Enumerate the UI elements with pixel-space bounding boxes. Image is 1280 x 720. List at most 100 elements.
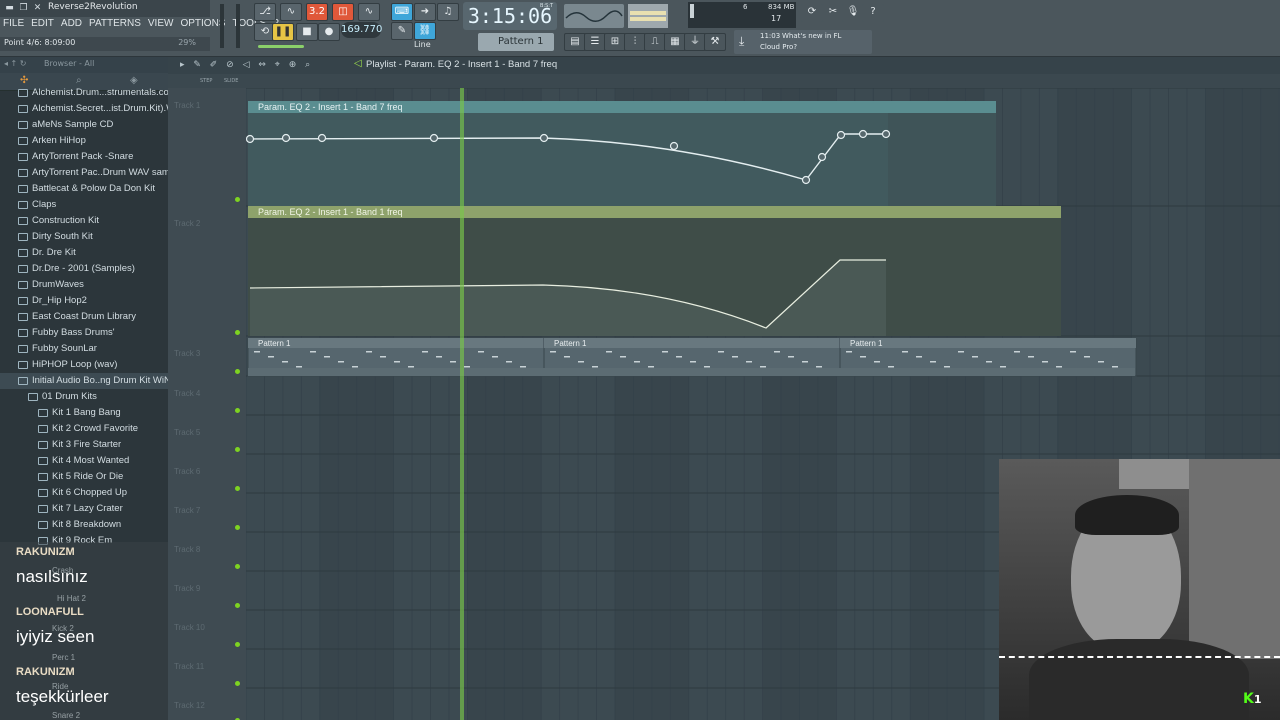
mixer-icon[interactable]: ⫶ bbox=[624, 33, 646, 51]
playlist-icon[interactable]: ▤ bbox=[564, 33, 586, 51]
master-pitch-knob[interactable] bbox=[258, 45, 304, 48]
menu-view[interactable]: VIEW bbox=[148, 18, 174, 32]
piano-roll-icon[interactable]: ☰ bbox=[584, 33, 606, 51]
automation-point[interactable] bbox=[801, 175, 811, 185]
track-label[interactable]: Track 5 bbox=[174, 428, 200, 437]
tempo-tapper-icon[interactable]: ⚒ bbox=[704, 33, 726, 51]
blend-notes-icon[interactable]: ∿ bbox=[358, 3, 380, 21]
browser-item[interactable]: Kit 3 Fire Starter bbox=[0, 437, 168, 453]
browser-item[interactable]: Kit 2 Crowd Favorite bbox=[0, 421, 168, 437]
browser-item[interactable]: Construction Kit bbox=[0, 213, 168, 229]
browser-item[interactable]: Initial Audio Bo..ng Drum Kit WiN bbox=[0, 373, 168, 389]
automation-point[interactable] bbox=[539, 133, 549, 143]
browser-item[interactable]: ArtyTorrent Pac..Drum WAV samples bbox=[0, 165, 168, 181]
track-mute-led[interactable] bbox=[235, 525, 240, 530]
browser-item[interactable]: aMeNs Sample CD bbox=[0, 117, 168, 133]
restore-icon[interactable]: ❐ bbox=[18, 3, 29, 14]
master-pitch-slider[interactable] bbox=[236, 4, 240, 48]
typing-keyboard-icon[interactable]: ⌨ bbox=[391, 3, 413, 21]
browser-item[interactable]: Kit 1 Bang Bang bbox=[0, 405, 168, 421]
news-panel[interactable]: ⤓ 11:03 What's new in FL Cloud Pro? bbox=[734, 30, 872, 54]
browser-item[interactable]: DrumWaves bbox=[0, 277, 168, 293]
track-mute-led[interactable] bbox=[235, 642, 240, 647]
menu-edit[interactable]: EDIT bbox=[31, 18, 54, 32]
countdown-icon[interactable]: 3.2 bbox=[306, 3, 328, 21]
browser-arrows-icon[interactable]: ◂ ↑ ↻ bbox=[4, 59, 27, 68]
track-label[interactable]: Track 11 bbox=[174, 662, 204, 671]
plugin-picker-icon[interactable]: ⏚ bbox=[684, 33, 706, 51]
track-mute-led[interactable] bbox=[235, 447, 240, 452]
browser-item[interactable]: Dr. Dre Kit bbox=[0, 245, 168, 261]
record-mode-icon[interactable]: ♫ bbox=[437, 3, 459, 21]
browser-item[interactable]: Fubby Bass Drums' bbox=[0, 325, 168, 341]
track-mute-led[interactable] bbox=[235, 564, 240, 569]
browser-item[interactable]: Claps bbox=[0, 197, 168, 213]
browser-item[interactable]: Kit 7 Lazy Crater bbox=[0, 501, 168, 517]
snap-mode-select[interactable]: Line bbox=[414, 40, 431, 49]
help-icon[interactable]: ? bbox=[862, 4, 884, 22]
browser-item[interactable]: Battlecat & Polow Da Don Kit bbox=[0, 181, 168, 197]
minimize-icon[interactable]: ▬ bbox=[4, 3, 15, 14]
browser-item[interactable]: Alchemist.Secret...ist.Drum.Kit).WAV bbox=[0, 101, 168, 117]
close-icon[interactable]: ✕ bbox=[32, 3, 43, 14]
browser-item[interactable]: Kit 5 Ride Or Die bbox=[0, 469, 168, 485]
track-label[interactable]: Track 1 bbox=[174, 101, 200, 110]
automation-point[interactable] bbox=[429, 133, 439, 143]
browser-item[interactable]: Kit 8 Breakdown bbox=[0, 517, 168, 533]
wait-input-icon[interactable]: ➜ bbox=[414, 3, 436, 21]
browser-item[interactable]: Dr.Dre - 2001 (Samples) bbox=[0, 261, 168, 277]
undo-icon[interactable]: ⟳ bbox=[801, 4, 823, 22]
step-edit-icon[interactable]: ◫ bbox=[332, 3, 354, 21]
track-label[interactable]: Track 3 bbox=[174, 349, 200, 358]
browser-item[interactable]: Kit 4 Most Wanted bbox=[0, 453, 168, 469]
browser-item[interactable]: Alchemist.Drum...strumentals.com) bbox=[0, 85, 168, 101]
stop-icon[interactable]: ■ bbox=[296, 23, 318, 41]
menu-add[interactable]: ADD bbox=[61, 18, 82, 32]
browser-item[interactable]: Dirty South Kit bbox=[0, 229, 168, 245]
browser-item[interactable]: 01 Drum Kits bbox=[0, 389, 168, 405]
browser-item[interactable]: Dr_Hip Hop2 bbox=[0, 293, 168, 309]
track-label[interactable]: Track 8 bbox=[174, 545, 200, 554]
pattern-selector[interactable]: Pattern 1 bbox=[478, 33, 554, 51]
track-label[interactable]: Track 9 bbox=[174, 584, 200, 593]
tempo-display[interactable]: 169.770 bbox=[341, 22, 382, 38]
track-mute-led[interactable] bbox=[235, 330, 240, 335]
browser-item[interactable]: Kit 6 Chopped Up bbox=[0, 485, 168, 501]
automation-point[interactable] bbox=[281, 133, 291, 143]
track-mute-led[interactable] bbox=[235, 408, 240, 413]
automation-point[interactable] bbox=[669, 141, 679, 151]
track-label[interactable]: Track 4 bbox=[174, 389, 200, 398]
playhead-line[interactable] bbox=[460, 88, 464, 720]
track-label[interactable]: Track 10 bbox=[174, 623, 205, 632]
automation-point[interactable] bbox=[836, 130, 846, 140]
pattern-song-mode-icon[interactable]: ⎇ bbox=[254, 3, 276, 21]
browser-item[interactable]: ArtyTorrent Pack -Snare bbox=[0, 149, 168, 165]
track-mute-led[interactable] bbox=[235, 486, 240, 491]
cut-icon[interactable]: ✂ bbox=[822, 4, 844, 22]
track-mute-led[interactable] bbox=[235, 197, 240, 202]
track-label[interactable]: Track 6 bbox=[174, 467, 200, 476]
track-label[interactable]: Track 12 bbox=[174, 701, 205, 710]
playlist-tools-icons[interactable]: ▸ ✎ ✐ ⊘ ◁ ⇔ ⌖ ⊕ ⌕ bbox=[180, 60, 313, 70]
automation-point[interactable] bbox=[858, 129, 868, 139]
track-mute-led[interactable] bbox=[235, 681, 240, 686]
menu-file[interactable]: FILE bbox=[3, 18, 24, 32]
automation-point[interactable] bbox=[246, 134, 255, 144]
menu-patterns[interactable]: PATTERNS bbox=[89, 18, 141, 32]
master-volume-slider[interactable] bbox=[220, 4, 224, 48]
browser-item[interactable]: Fubby SounLar bbox=[0, 341, 168, 357]
automation-point[interactable] bbox=[817, 152, 827, 162]
browser-icon[interactable]: ▦ bbox=[664, 33, 686, 51]
browser-item[interactable]: HiPHOP Loop (wav) bbox=[0, 357, 168, 373]
record-icon[interactable]: ● bbox=[318, 23, 340, 41]
automation-point[interactable] bbox=[317, 133, 327, 143]
menu-options[interactable]: OPTIONS bbox=[180, 18, 225, 32]
channel-rack-icon[interactable]: ⊞ bbox=[604, 33, 626, 51]
channel-settings-icon[interactable]: ⎍ bbox=[644, 33, 666, 51]
track-label[interactable]: Track 2 bbox=[174, 219, 200, 228]
track-mute-led[interactable] bbox=[235, 603, 240, 608]
microphone-icon[interactable]: 🎙 bbox=[842, 4, 864, 22]
track-label[interactable]: Track 7 bbox=[174, 506, 200, 515]
automation-point[interactable] bbox=[881, 129, 891, 139]
pencil-tool-icon[interactable]: ✎ bbox=[391, 22, 413, 40]
